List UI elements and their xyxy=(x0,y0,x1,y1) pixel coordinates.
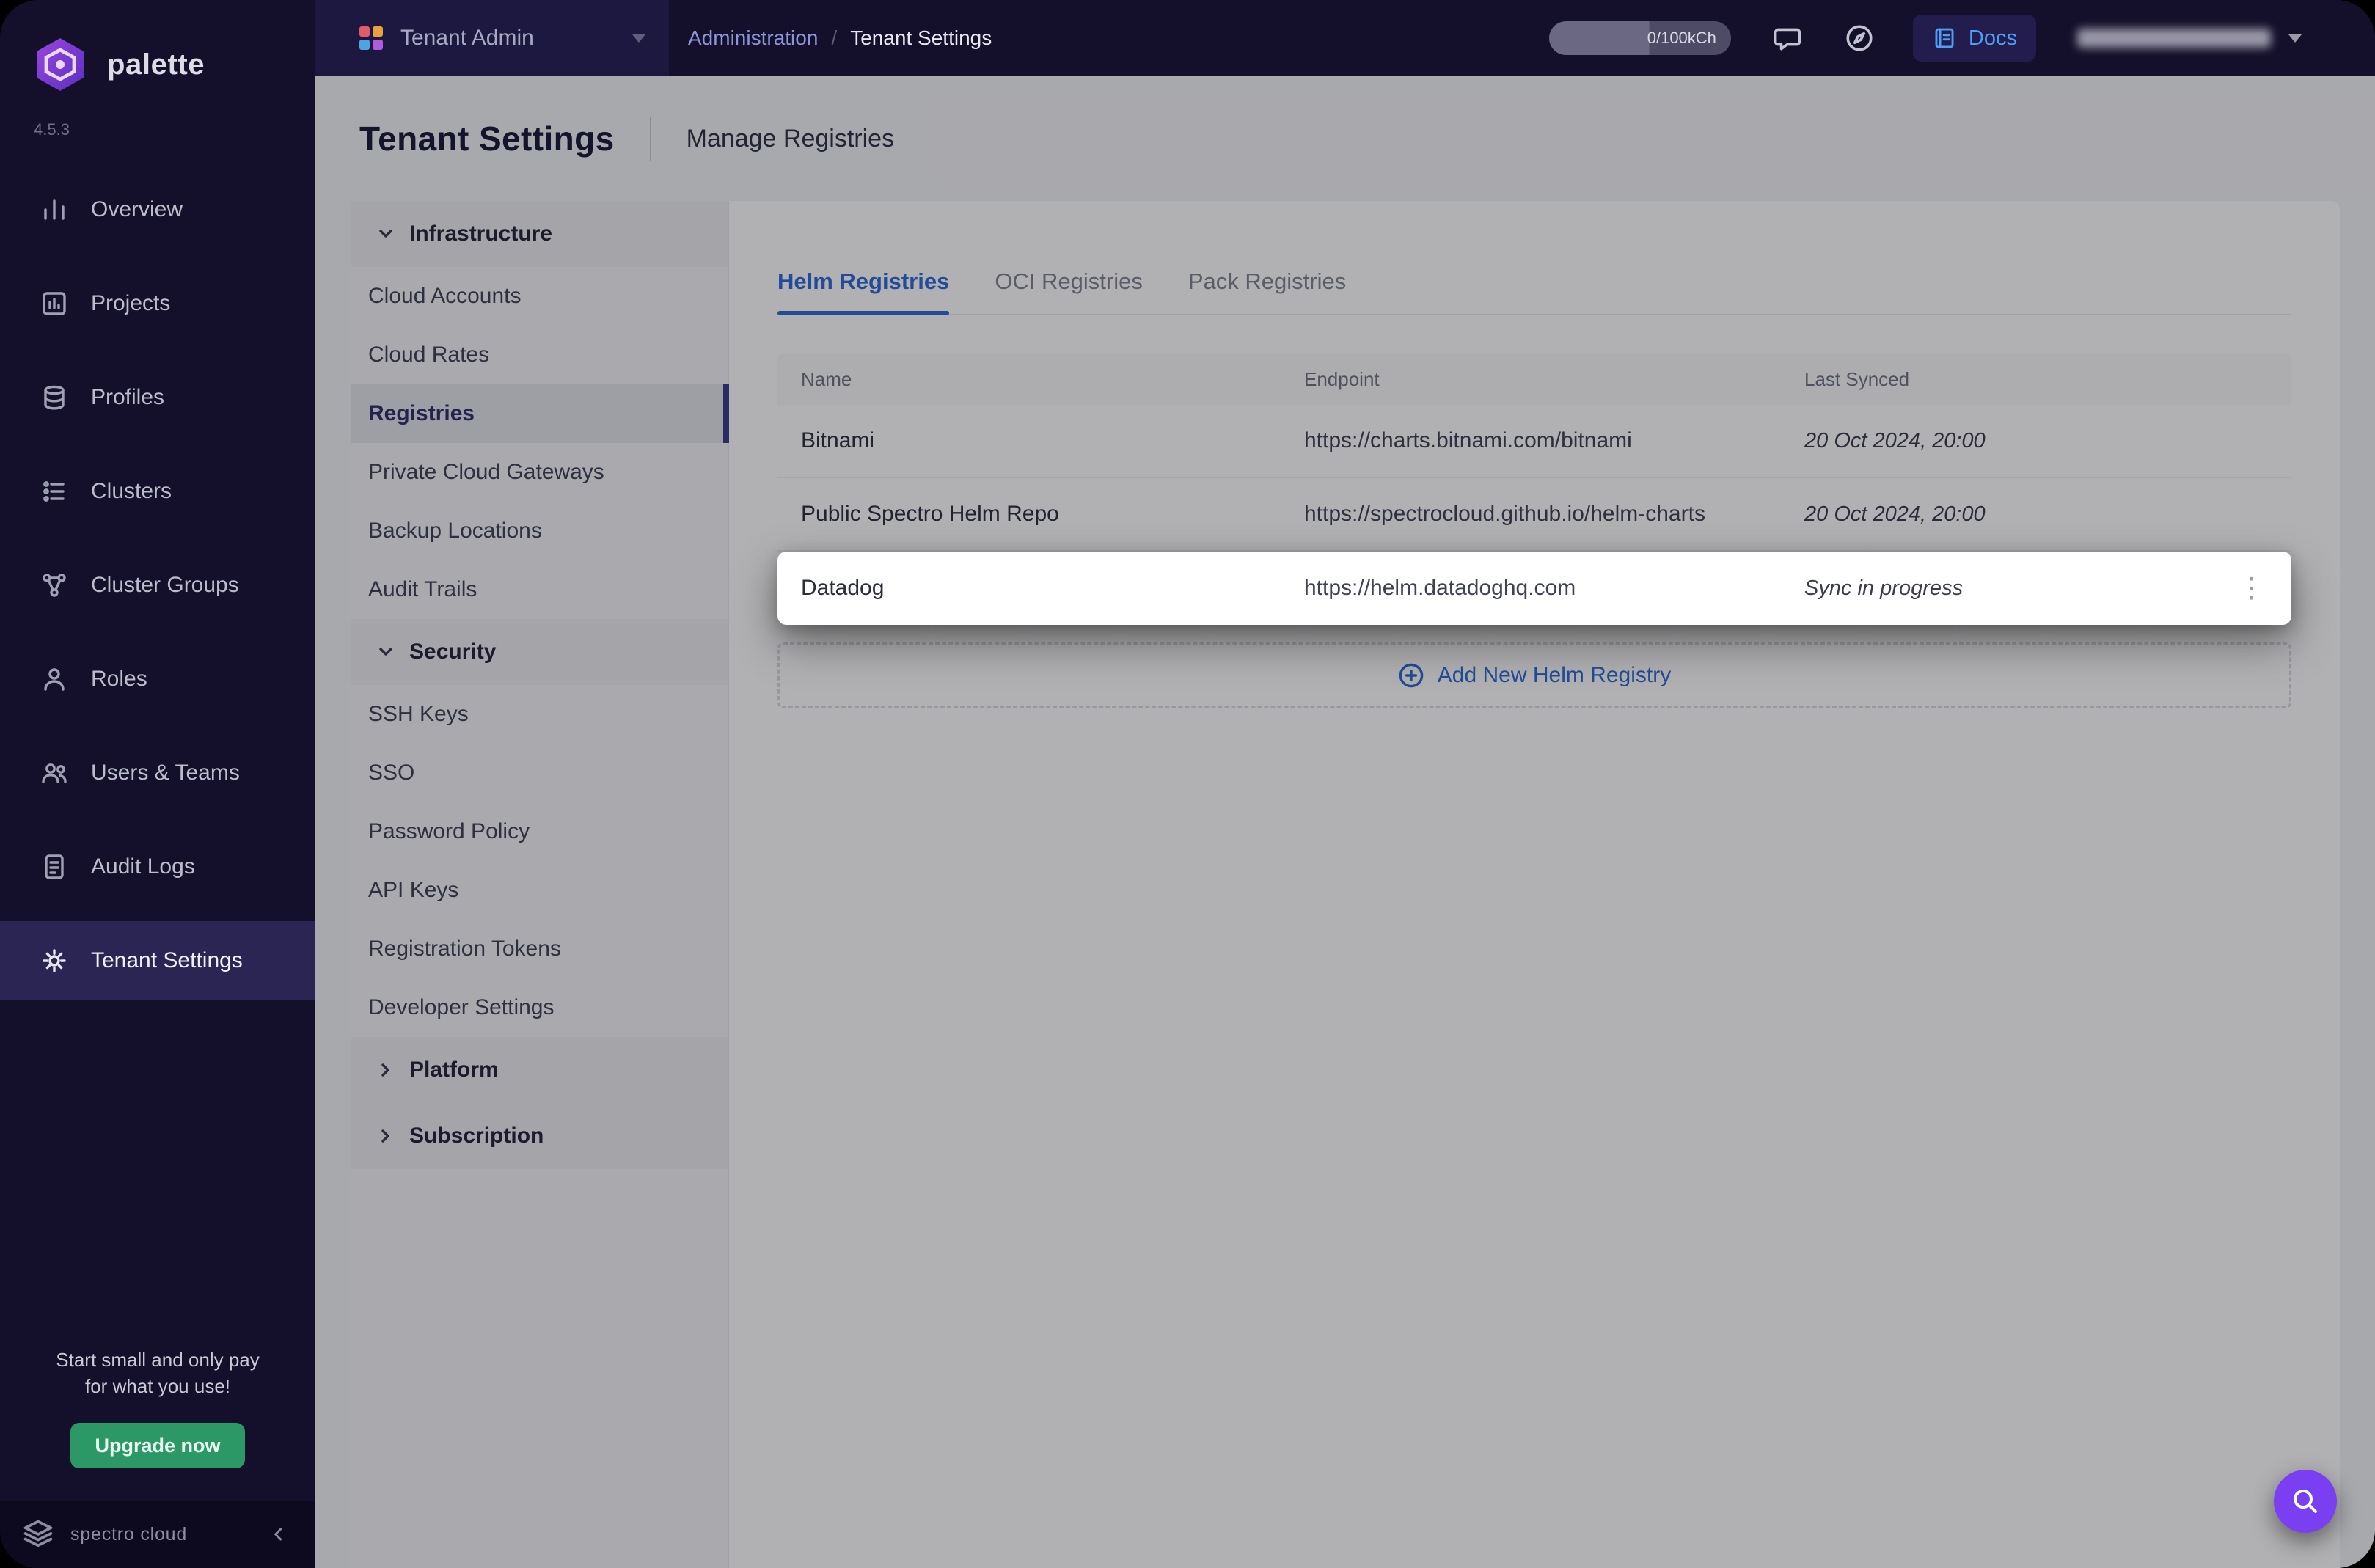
search-fab-button[interactable] xyxy=(2274,1470,2337,1533)
tenant-admin-icon xyxy=(358,25,384,51)
brand-logo: palette xyxy=(0,0,315,97)
row-actions-kebab-icon[interactable]: ⋮ xyxy=(2231,571,2271,605)
docs-book-icon xyxy=(1932,26,1957,51)
document-icon xyxy=(40,852,69,882)
sidebar-item-projects[interactable]: Projects xyxy=(0,264,315,343)
collapse-sidebar-button[interactable] xyxy=(268,1524,289,1545)
breadcrumb: Administration / Tenant Settings xyxy=(688,26,992,50)
chevron-left-icon xyxy=(268,1524,289,1545)
user-menu[interactable] xyxy=(2077,29,2302,48)
sidebar-footer: spectro cloud xyxy=(0,1501,315,1568)
search-icon xyxy=(2291,1487,2320,1516)
table-row-datadog-highlighted[interactable]: Datadog https://helm.datadoghq.com Sync … xyxy=(777,552,2291,625)
topbar-actions: 0/100kCh Docs xyxy=(1549,15,2375,62)
person-icon xyxy=(40,664,69,694)
user-name-redacted xyxy=(2077,29,2271,48)
sidebar-item-overview[interactable]: Overview xyxy=(0,170,315,249)
palette-logo-icon xyxy=(31,35,89,94)
tenant-scope-selector[interactable]: Tenant Admin xyxy=(315,0,669,76)
topbar: Tenant Admin Administration / Tenant Set… xyxy=(315,0,2375,76)
brand-name: palette xyxy=(107,48,205,81)
chevron-down-icon xyxy=(2288,34,2302,43)
registry-sync-status: Sync in progress xyxy=(1804,576,1963,601)
bar-chart-icon xyxy=(40,195,69,224)
sidebar-item-roles[interactable]: Roles xyxy=(0,640,315,719)
registry-name: Datadog xyxy=(777,576,1304,601)
spectro-cloud-logo-icon xyxy=(21,1517,56,1552)
app-window: palette 4.5.3 Overview Projects Profiles xyxy=(0,0,2375,1568)
sidebar-item-clusters[interactable]: Clusters xyxy=(0,452,315,531)
network-nodes-icon xyxy=(40,571,69,600)
people-icon xyxy=(40,758,69,788)
list-icon xyxy=(40,477,69,506)
dim-overlay xyxy=(315,76,2375,1568)
breadcrumb-administration-link[interactable]: Administration xyxy=(688,26,818,50)
spectro-cloud-name: spectro cloud xyxy=(70,1524,187,1545)
chevron-down-icon xyxy=(632,34,645,43)
gear-icon xyxy=(40,946,69,975)
project-chart-icon xyxy=(40,289,69,318)
sidebar: palette 4.5.3 Overview Projects Profiles xyxy=(0,0,315,1568)
upgrade-now-button[interactable]: Upgrade now xyxy=(70,1423,245,1468)
sidebar-item-profiles[interactable]: Profiles xyxy=(0,358,315,437)
compass-help-icon[interactable] xyxy=(1844,23,1875,54)
layers-stack-icon xyxy=(40,383,69,412)
breadcrumb-current: Tenant Settings xyxy=(850,26,992,50)
sidebar-nav: Overview Projects Profiles Clusters xyxy=(0,170,315,1015)
sidebar-item-audit-logs[interactable]: Audit Logs xyxy=(0,827,315,906)
app-version: 4.5.3 xyxy=(0,97,315,141)
chat-icon[interactable] xyxy=(1772,23,1803,54)
registry-endpoint: https://helm.datadoghq.com xyxy=(1304,576,1804,601)
sidebar-item-tenant-settings[interactable]: Tenant Settings xyxy=(0,921,315,1000)
sidebar-item-cluster-groups[interactable]: Cluster Groups xyxy=(0,546,315,625)
sidebar-item-users-teams[interactable]: Users & Teams xyxy=(0,733,315,813)
docs-button[interactable]: Docs xyxy=(1913,15,2036,62)
upgrade-promo: Start small and only pay for what you us… xyxy=(0,1347,315,1399)
usage-meter: 0/100kCh xyxy=(1549,21,1731,55)
